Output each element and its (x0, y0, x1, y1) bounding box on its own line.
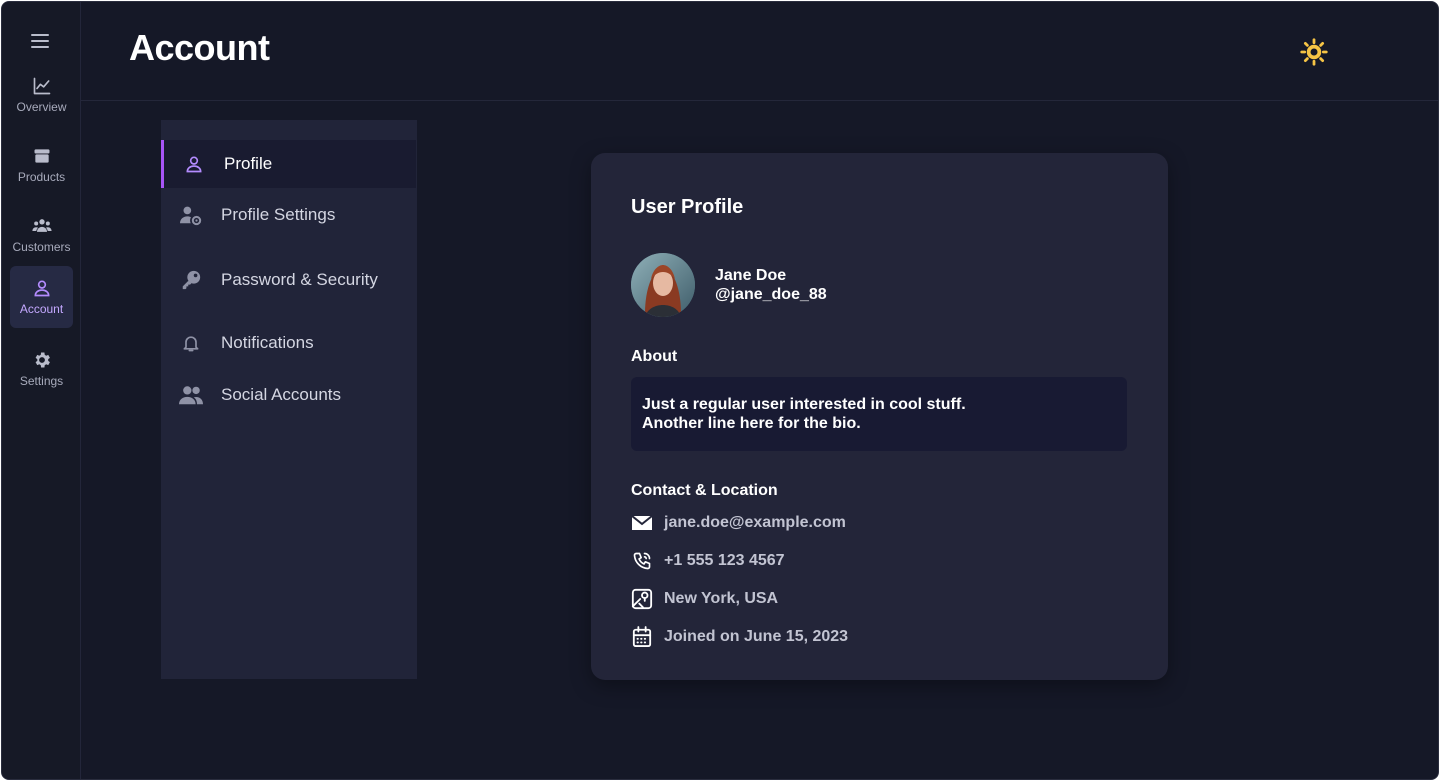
nav-item-label: Notifications (221, 333, 314, 352)
users-icon (31, 219, 52, 232)
rail-item-products[interactable]: Products (10, 134, 73, 196)
chart-line-icon (33, 77, 50, 95)
nav-item-label: Profile Settings (221, 205, 336, 224)
avatar[interactable] (631, 253, 695, 317)
sun-icon[interactable] (1300, 38, 1328, 66)
rail-item-label: Settings (19, 374, 64, 388)
location-text: New York, USA (664, 590, 779, 607)
phone-text: +1 555 123 4567 (664, 552, 785, 569)
about-line: Just a regular user interested in cool s… (642, 396, 966, 413)
phone-icon (631, 550, 653, 572)
app-rail: Overview Products Customers Account Sett… (2, 2, 81, 779)
key-icon (179, 268, 203, 292)
nav-item-label: Password & Security (221, 270, 378, 289)
about-text: Just a regular user interested in cool s… (631, 377, 1127, 451)
card-title: User Profile (631, 196, 744, 218)
contact-location[interactable]: New York, USA (631, 588, 778, 610)
user-icon (33, 280, 50, 297)
about-label: About (631, 348, 678, 365)
page-header: Account (81, 2, 1438, 101)
settings-sidebar: Profile Profile Settings Password & Secu… (161, 120, 417, 679)
nav-item-password-security[interactable]: Password & Security (161, 256, 416, 304)
nav-item-profile-settings[interactable]: Profile Settings (161, 191, 416, 239)
contact-label: Contact & Location (631, 482, 778, 499)
nav-item-label: Social Accounts (221, 385, 342, 404)
user-outline-icon (182, 152, 206, 176)
joined-text: Joined on June 15, 2023 (664, 628, 849, 645)
app-window: Overview Products Customers Account Sett… (1, 1, 1439, 780)
bell-icon (179, 331, 203, 355)
page-title: Account (129, 27, 270, 68)
nav-item-notifications[interactable]: Notifications (161, 319, 416, 367)
users-icon (179, 383, 203, 407)
rail-item-label: Customers (12, 240, 71, 254)
map-pin-icon (631, 588, 653, 610)
rail-item-customers[interactable]: Customers (10, 204, 73, 266)
envelope-icon (631, 512, 653, 534)
rail-item-label: Account (19, 302, 64, 316)
calendar-icon (631, 626, 653, 648)
rail-item-overview[interactable]: Overview (10, 64, 73, 126)
about-line: Another line here for the bio. (642, 415, 861, 432)
email-text: jane.doe@example.com (664, 514, 846, 531)
user-profile-card: User Profile Jane Doe @jane_doe_88 About… (591, 153, 1168, 680)
hamburger-menu-icon[interactable] (31, 32, 49, 50)
gear-icon (35, 352, 50, 368)
rail-item-account[interactable]: Account (10, 266, 73, 328)
user-name: Jane Doe (715, 267, 787, 284)
nav-item-social-accounts[interactable]: Social Accounts (161, 371, 416, 419)
rail-item-settings[interactable]: Settings (10, 338, 73, 400)
contact-email[interactable]: jane.doe@example.com (631, 512, 846, 534)
contact-joined: Joined on June 15, 2023 (631, 626, 848, 648)
rail-item-label: Products (17, 170, 66, 184)
box-icon (34, 149, 49, 163)
contact-phone[interactable]: +1 555 123 4567 (631, 550, 785, 572)
rail-item-label: Overview (16, 100, 67, 114)
nav-item-label: Profile (224, 154, 273, 173)
user-gear-icon (179, 203, 203, 227)
user-handle: @jane_doe_88 (715, 286, 827, 303)
nav-item-profile[interactable]: Profile (161, 140, 416, 188)
